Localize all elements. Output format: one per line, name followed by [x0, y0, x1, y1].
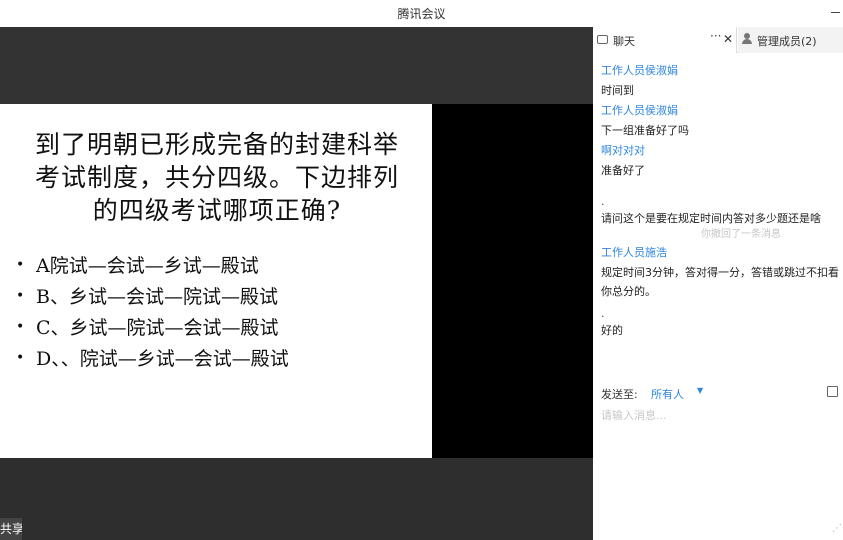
message-text: 好的	[601, 324, 623, 337]
tab-chat[interactable]: 聊天 ··· ✕	[593, 27, 737, 53]
tab-chat-label: 聊天	[613, 35, 635, 48]
option-text: D、、院试—乡试—会试—殿试	[36, 348, 289, 370]
share-button[interactable]: 共享	[0, 518, 22, 540]
sender-name: 工作人员侯淑娟	[601, 64, 678, 77]
sender-name: 工作人员施浩	[601, 246, 667, 259]
option-text: A院试—会试—乡试—殿试	[36, 255, 259, 277]
file-icon[interactable]	[827, 386, 838, 397]
send-to-label: 发送至:	[601, 388, 638, 401]
bullet-icon: •	[16, 287, 25, 304]
message-text: 准备好了	[601, 164, 645, 177]
answer-options: • A院试—会试—乡试—殿试 • B、乡试—会试—院试—殿试 • C、乡试—院试—会试…	[16, 249, 289, 373]
chat-messages: 工作人员侯淑娟 时间到 工作人员侯淑娟 下一组准备好了吗 啊对对对 准备好了 .…	[601, 61, 843, 341]
slide-question: 到了明朝已形成完备的封建科举 考试制度，共分四级。下边排列 的四级考试哪项正确?	[10, 128, 424, 227]
bullet-icon: •	[16, 349, 25, 366]
option-text: B、乡试—会试—院试—殿试	[36, 286, 278, 308]
message-text: 下一组准备好了吗	[601, 124, 689, 137]
chevron-down-icon[interactable]: ▼	[697, 386, 703, 395]
option-b: • B、乡试—会试—院试—殿试	[16, 280, 289, 311]
tab-manage-members[interactable]: 管理成员(2)	[738, 27, 843, 53]
question-line: 到了明朝已形成完备的封建科举	[34, 130, 399, 159]
video-bottom-band	[0, 458, 593, 540]
message-input[interactable]: 请输入消息...	[601, 407, 667, 423]
video-black-region	[432, 104, 593, 458]
sender-name: .	[601, 195, 605, 208]
shared-screen-area: 到了明朝已形成完备的封建科举 考试制度，共分四级。下边排列 的四级考试哪项正确?…	[0, 27, 593, 540]
option-d: • D、、院试—乡试—会试—殿试	[16, 342, 289, 373]
recipient-dropdown[interactable]: 所有人	[651, 386, 684, 402]
option-text: C、乡试—院试—会试—殿试	[36, 317, 279, 339]
person-icon	[742, 33, 752, 45]
question-line: 的四级考试哪项正确?	[92, 196, 342, 225]
tab-members-label: 管理成员(2)	[757, 35, 817, 48]
panel-tabs: 聊天 ··· ✕ 管理成员(2)	[593, 27, 843, 53]
option-a: • A院试—会试—乡试—殿试	[16, 249, 289, 280]
message-text: 规定时间3分钟，答对得一分，答错或跳过不扣看你总分的。	[601, 266, 839, 298]
bullet-icon: •	[16, 256, 25, 273]
video-top-band	[0, 27, 593, 105]
send-to-row: 发送至: 所有人 ▼	[601, 384, 841, 402]
more-icon[interactable]: ···	[710, 29, 721, 43]
message-text: 时间到	[601, 84, 634, 97]
bullet-icon: •	[16, 318, 25, 335]
resize-handle-icon[interactable]: ⋰	[832, 523, 842, 534]
recall-notice: 你撤回了一条消息	[701, 229, 781, 240]
sender-name: 啊对对对	[601, 144, 645, 157]
close-icon[interactable]: ✕	[723, 32, 733, 46]
chat-icon	[597, 35, 608, 44]
title-bar: 腾讯会议	[0, 0, 843, 27]
chat-panel: 聊天 ··· ✕ 管理成员(2) 工作人员侯淑娟 时间到 工作人员侯淑娟 下一组…	[593, 27, 843, 540]
window-title: 腾讯会议	[397, 7, 446, 21]
message-text: 请问这个是要在规定时间内答对多少题还是啥	[601, 212, 821, 225]
minimize-icon[interactable]	[831, 12, 840, 13]
option-c: • C、乡试—院试—会试—殿试	[16, 311, 289, 342]
sender-name: 工作人员侯淑娟	[601, 104, 678, 117]
question-line: 考试制度，共分四级。下边排列	[34, 163, 399, 192]
sender-name: .	[601, 307, 605, 320]
presentation-slide: 到了明朝已形成完备的封建科举 考试制度，共分四级。下边排列 的四级考试哪项正确?…	[0, 104, 432, 458]
